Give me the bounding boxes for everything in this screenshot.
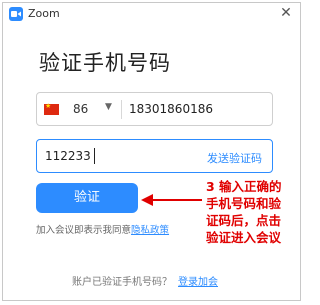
verification-code-input[interactable]: 112233 xyxy=(45,149,91,163)
zoom-logo-icon xyxy=(9,7,23,21)
annotation-arrow-icon xyxy=(141,194,202,206)
annotation-text: 3 输入正确的手机号码和验证码后，点击验证进入会议 xyxy=(206,179,282,245)
phone-field[interactable]: ★ 86 ▼ 18301860186 xyxy=(36,92,273,126)
footer-text: 账户已验证手机号码？ xyxy=(72,277,172,288)
close-icon[interactable]: ✕ xyxy=(278,5,294,21)
page-title: 验证手机号码 xyxy=(39,51,171,75)
divider xyxy=(121,100,122,119)
window-title: Zoom xyxy=(28,7,60,20)
zoom-window: Zoom ✕ 验证手机号码 ★ 86 ▼ 18301860186 112233 … xyxy=(2,2,301,301)
phone-number-input[interactable]: 18301860186 xyxy=(129,102,213,116)
consent-hint: 加入会议即表示我同意隐私政策 xyxy=(36,222,169,236)
chevron-down-icon[interactable]: ▼ xyxy=(105,102,112,112)
login-join-link[interactable]: 登录加会 xyxy=(178,277,218,288)
country-code[interactable]: 86 xyxy=(73,102,88,116)
consent-text: 加入会议即表示我同意 xyxy=(36,225,132,236)
privacy-policy-link[interactable]: 隐私政策 xyxy=(131,225,169,236)
title-bar: Zoom ✕ xyxy=(3,3,300,25)
text-caret xyxy=(94,148,95,164)
footer: 账户已验证手机号码？ 登录加会 xyxy=(72,273,218,288)
send-code-link[interactable]: 发送验证码 xyxy=(207,150,262,166)
verify-button[interactable]: 验证 xyxy=(36,183,138,213)
china-flag-icon: ★ xyxy=(44,102,59,115)
verification-code-field[interactable]: 112233 发送验证码 xyxy=(36,139,273,173)
